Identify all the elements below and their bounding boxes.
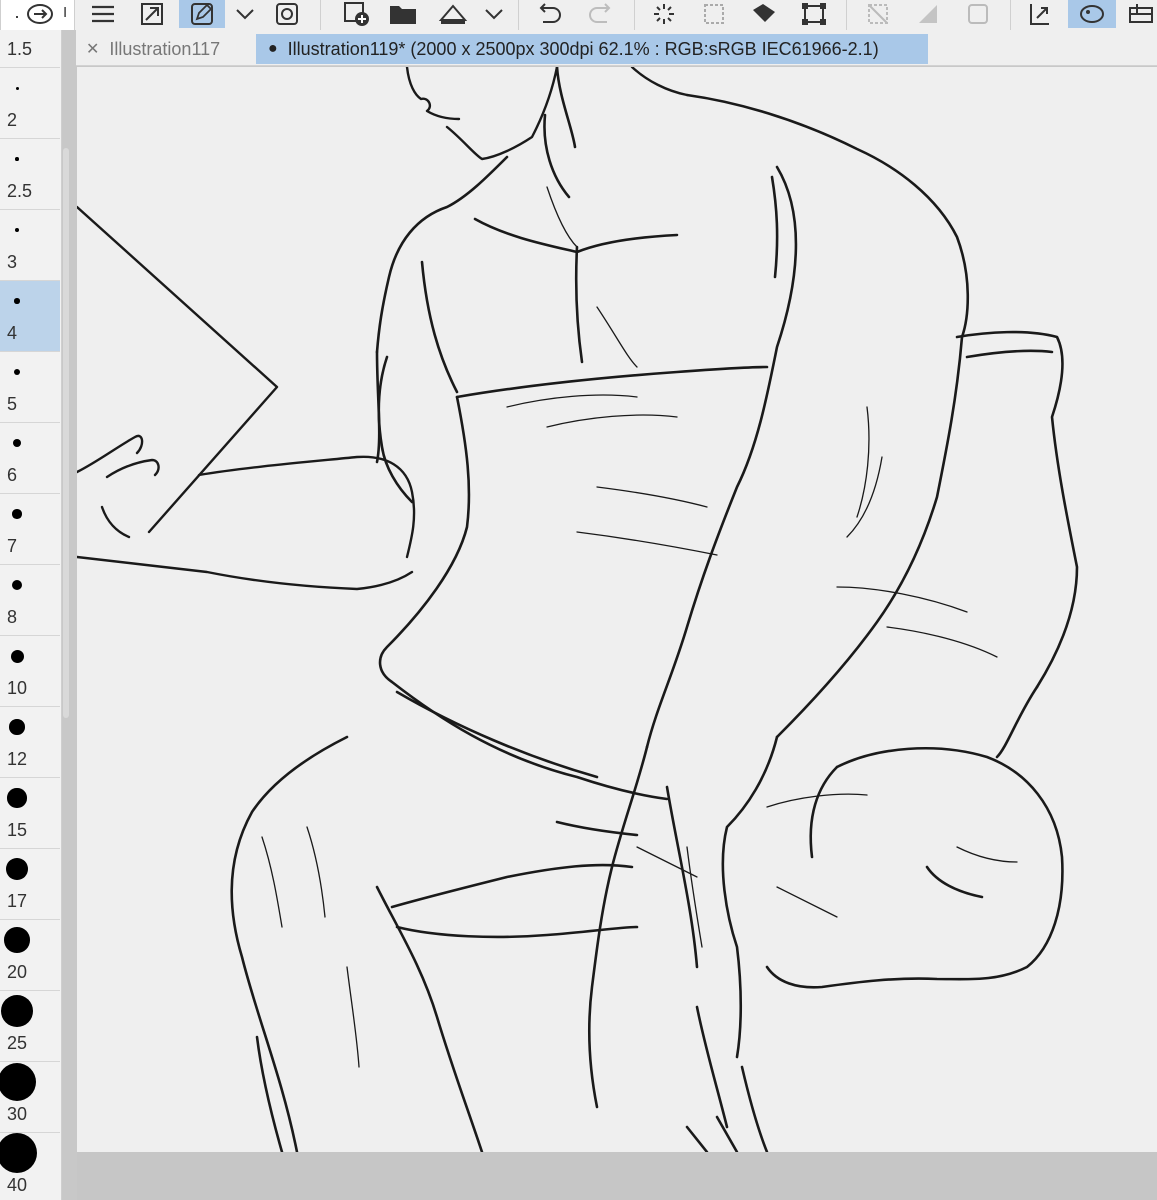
drawing-canvas[interactable] bbox=[77, 67, 1157, 1152]
toolbar-separator bbox=[1010, 0, 1011, 30]
brush-size-dot bbox=[10, 649, 24, 663]
brush-size-dot bbox=[6, 858, 28, 880]
layers-icon[interactable] bbox=[268, 0, 306, 28]
tab-label: Illustration117 bbox=[109, 38, 221, 59]
brush-size-label: 3 bbox=[7, 252, 18, 272]
brush-size-dot bbox=[15, 15, 19, 19]
frame-icon[interactable] bbox=[958, 0, 998, 28]
brush-size-label: 30 bbox=[7, 1104, 28, 1124]
artwork bbox=[77, 67, 1079, 1152]
tab-illustration117[interactable]: ✕ Illustration117 bbox=[86, 34, 220, 64]
brush-size-dot bbox=[7, 788, 27, 808]
brush-size-item[interactable]: 8 bbox=[0, 565, 60, 636]
panel-tab-label: I bbox=[63, 4, 68, 21]
brush-size-label: 10 bbox=[7, 678, 28, 698]
toolbar-separator bbox=[846, 0, 847, 30]
brush-size-dot bbox=[12, 509, 22, 519]
brush-size-item[interactable]: 6 bbox=[0, 423, 60, 494]
brush-size-dot bbox=[0, 1063, 36, 1101]
brush-size-dot bbox=[0, 1133, 37, 1173]
brush-size-dot bbox=[14, 298, 20, 304]
gradient-icon[interactable] bbox=[908, 0, 948, 28]
toolbar-separator bbox=[320, 0, 321, 30]
document-tabs: ✕ Illustration117 ● Illustration119* (20… bbox=[76, 30, 1157, 66]
brush-size-item[interactable]: 5 bbox=[0, 352, 60, 423]
palette-icon[interactable] bbox=[1068, 0, 1116, 28]
brush-size-dot bbox=[13, 368, 21, 376]
horizontal-scrollbar[interactable] bbox=[77, 1152, 1157, 1200]
menu-icon[interactable] bbox=[86, 0, 120, 28]
tab-illustration119[interactable]: ● Illustration119* (2000 x 2500px 300dpi… bbox=[256, 34, 928, 64]
brush-size-item[interactable]: 20 bbox=[0, 920, 60, 991]
transform-layer-icon[interactable] bbox=[1020, 0, 1060, 28]
brush-size-label: 2.5 bbox=[7, 181, 33, 201]
chevron-down-icon[interactable] bbox=[230, 0, 260, 28]
redo-icon[interactable] bbox=[580, 0, 620, 28]
app-window: I 1.5 2 2.5 3 4 5 6 7 8 10 12 15 17 20 25 30 40 ✕ Illust… bbox=[0, 0, 1157, 1200]
brush-size-label: 6 bbox=[7, 465, 18, 485]
panel-icon[interactable] bbox=[1122, 0, 1157, 28]
detail-strokes bbox=[261, 186, 1018, 1068]
pillow-lines bbox=[378, 330, 1079, 801]
brush-size-item[interactable]: 3 bbox=[0, 210, 60, 281]
brush-size-label: 1.5 bbox=[7, 39, 33, 59]
brush-size-label: 8 bbox=[7, 607, 18, 627]
resize-icon[interactable] bbox=[134, 0, 170, 28]
tab-label: Illustration119* (2000 x 2500px 300dpi 6… bbox=[287, 38, 879, 59]
brush-size-label: 2 bbox=[7, 110, 18, 130]
torso-lines bbox=[375, 67, 970, 504]
brush-size-dot bbox=[15, 86, 19, 90]
brush-size-item[interactable]: 1.5 bbox=[0, 0, 60, 68]
save-icon[interactable] bbox=[433, 0, 473, 28]
brush-size-item[interactable]: 12 bbox=[0, 707, 60, 778]
loading-icon[interactable] bbox=[644, 0, 684, 28]
brush-size-dot bbox=[4, 927, 30, 953]
fill-icon[interactable] bbox=[744, 0, 784, 28]
edit-icon[interactable] bbox=[179, 0, 225, 28]
brush-size-label: 7 bbox=[7, 536, 18, 556]
transform-icon[interactable] bbox=[794, 0, 834, 28]
arm-lines bbox=[587, 165, 964, 1152]
brush-size-item[interactable]: 7 bbox=[0, 494, 60, 565]
brush-size-item[interactable]: 17 bbox=[0, 849, 60, 920]
panel-scrollbar[interactable] bbox=[63, 148, 69, 718]
unsaved-dot-icon: ● bbox=[268, 40, 278, 57]
brush-size-label: 17 bbox=[7, 891, 28, 911]
undo-icon[interactable] bbox=[530, 0, 570, 28]
chevron-down-icon[interactable] bbox=[480, 0, 508, 28]
open-folder-icon[interactable] bbox=[384, 0, 424, 28]
close-icon[interactable]: ✕ bbox=[86, 39, 99, 59]
brush-size-label: 4 bbox=[7, 323, 18, 343]
brush-size-item[interactable]: 15 bbox=[0, 778, 60, 849]
brush-size-panel: 1.5 2 2.5 3 4 5 6 7 8 10 12 15 17 20 25 30 40 bbox=[0, 15, 62, 1200]
brush-size-label: 12 bbox=[7, 749, 28, 769]
brush-size-item[interactable]: 2.5 bbox=[0, 139, 60, 210]
brush-size-label: 15 bbox=[7, 820, 28, 840]
brush-size-item[interactable]: 4 bbox=[0, 281, 60, 352]
brush-size-item[interactable]: 30 bbox=[0, 1062, 60, 1133]
brush-size-label: 20 bbox=[7, 962, 28, 982]
toolbar bbox=[0, 0, 1157, 30]
brush-size-label: 40 bbox=[7, 1175, 28, 1195]
leg-lines bbox=[230, 735, 1064, 1152]
brush-size-dot bbox=[11, 579, 23, 591]
brush-size-item[interactable]: 40 bbox=[0, 1133, 60, 1200]
brush-size-dot bbox=[13, 439, 21, 447]
brush-size-label: 5 bbox=[7, 394, 18, 414]
toolbar-separator bbox=[634, 0, 635, 30]
deselect-icon[interactable] bbox=[858, 0, 898, 28]
brush-size-label: 25 bbox=[7, 1033, 28, 1053]
new-file-icon[interactable] bbox=[336, 0, 376, 28]
tablet-arm-lines bbox=[77, 205, 416, 591]
brush-size-item[interactable]: 25 bbox=[0, 991, 60, 1062]
brush-size-item[interactable]: 10 bbox=[0, 636, 60, 707]
brush-size-dot bbox=[9, 719, 25, 735]
selection-icon[interactable] bbox=[694, 0, 734, 28]
brush-size-dot bbox=[14, 227, 20, 233]
brush-size-item[interactable]: 2 bbox=[0, 68, 60, 139]
toolbar-separator bbox=[518, 0, 519, 30]
brush-size-dot bbox=[15, 157, 19, 161]
brush-size-dot bbox=[1, 995, 33, 1027]
